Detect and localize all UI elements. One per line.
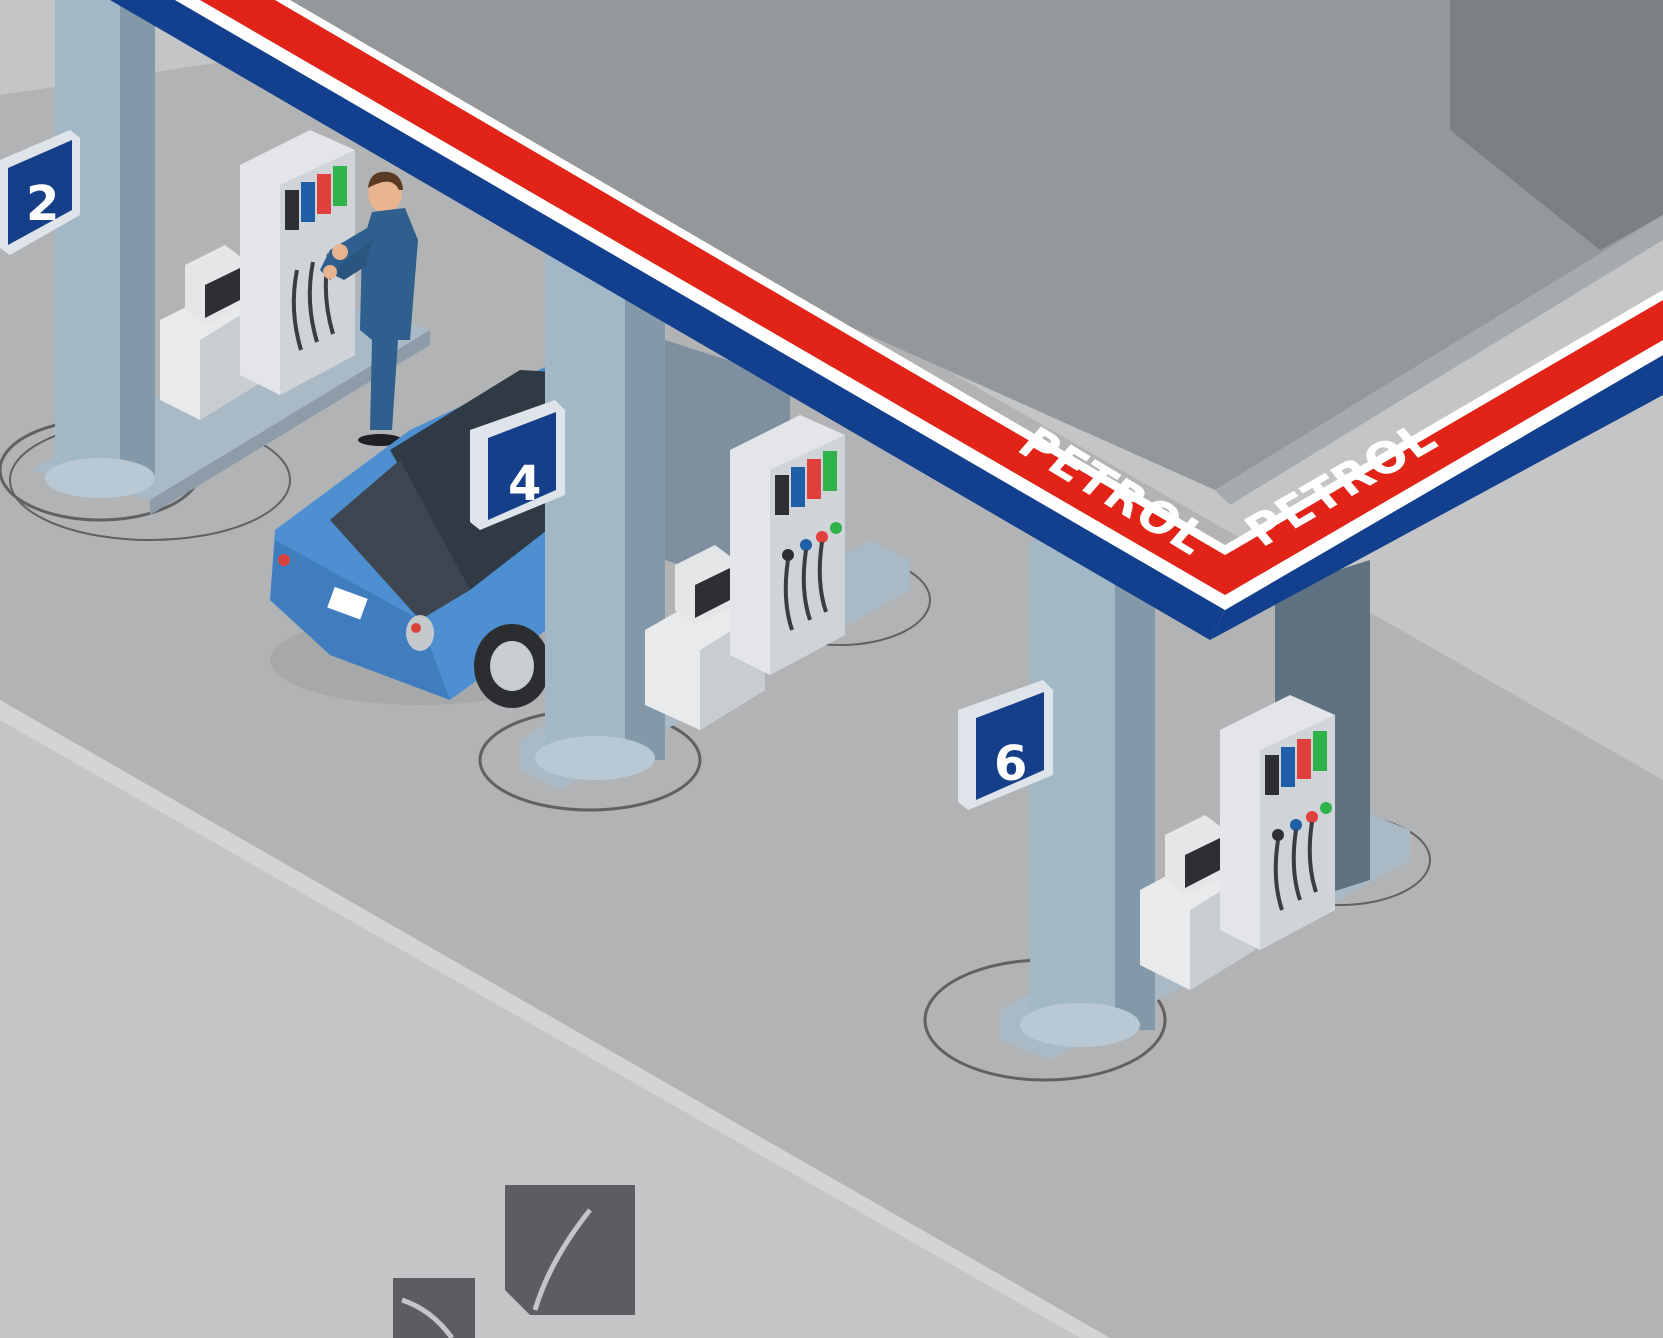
fuel-grade-blue (1281, 747, 1295, 787)
fuel-grade-green (333, 166, 347, 206)
fuel-grade-black (285, 190, 299, 230)
fuel-grade-green (823, 451, 837, 491)
fuel-grade-green (1313, 731, 1327, 771)
fuel-grade-blue (791, 467, 805, 507)
fuel-dispenser (1220, 695, 1335, 950)
fuel-grade-black (1265, 755, 1279, 795)
fuel-grade-red (317, 174, 331, 214)
pump-number-4: 4 (508, 456, 541, 512)
fuel-grade-red (807, 459, 821, 499)
fuel-grade-black (775, 475, 789, 515)
fuel-grade-red (1297, 739, 1311, 779)
fuel-grade-blue (301, 182, 315, 222)
pump-number-2: 2 (26, 176, 59, 232)
fuel-dispenser (730, 415, 845, 675)
petrol-station-scene: 2 4 6 PETROL PETROL (0, 0, 1663, 1338)
pump-number-6: 6 (994, 736, 1027, 792)
